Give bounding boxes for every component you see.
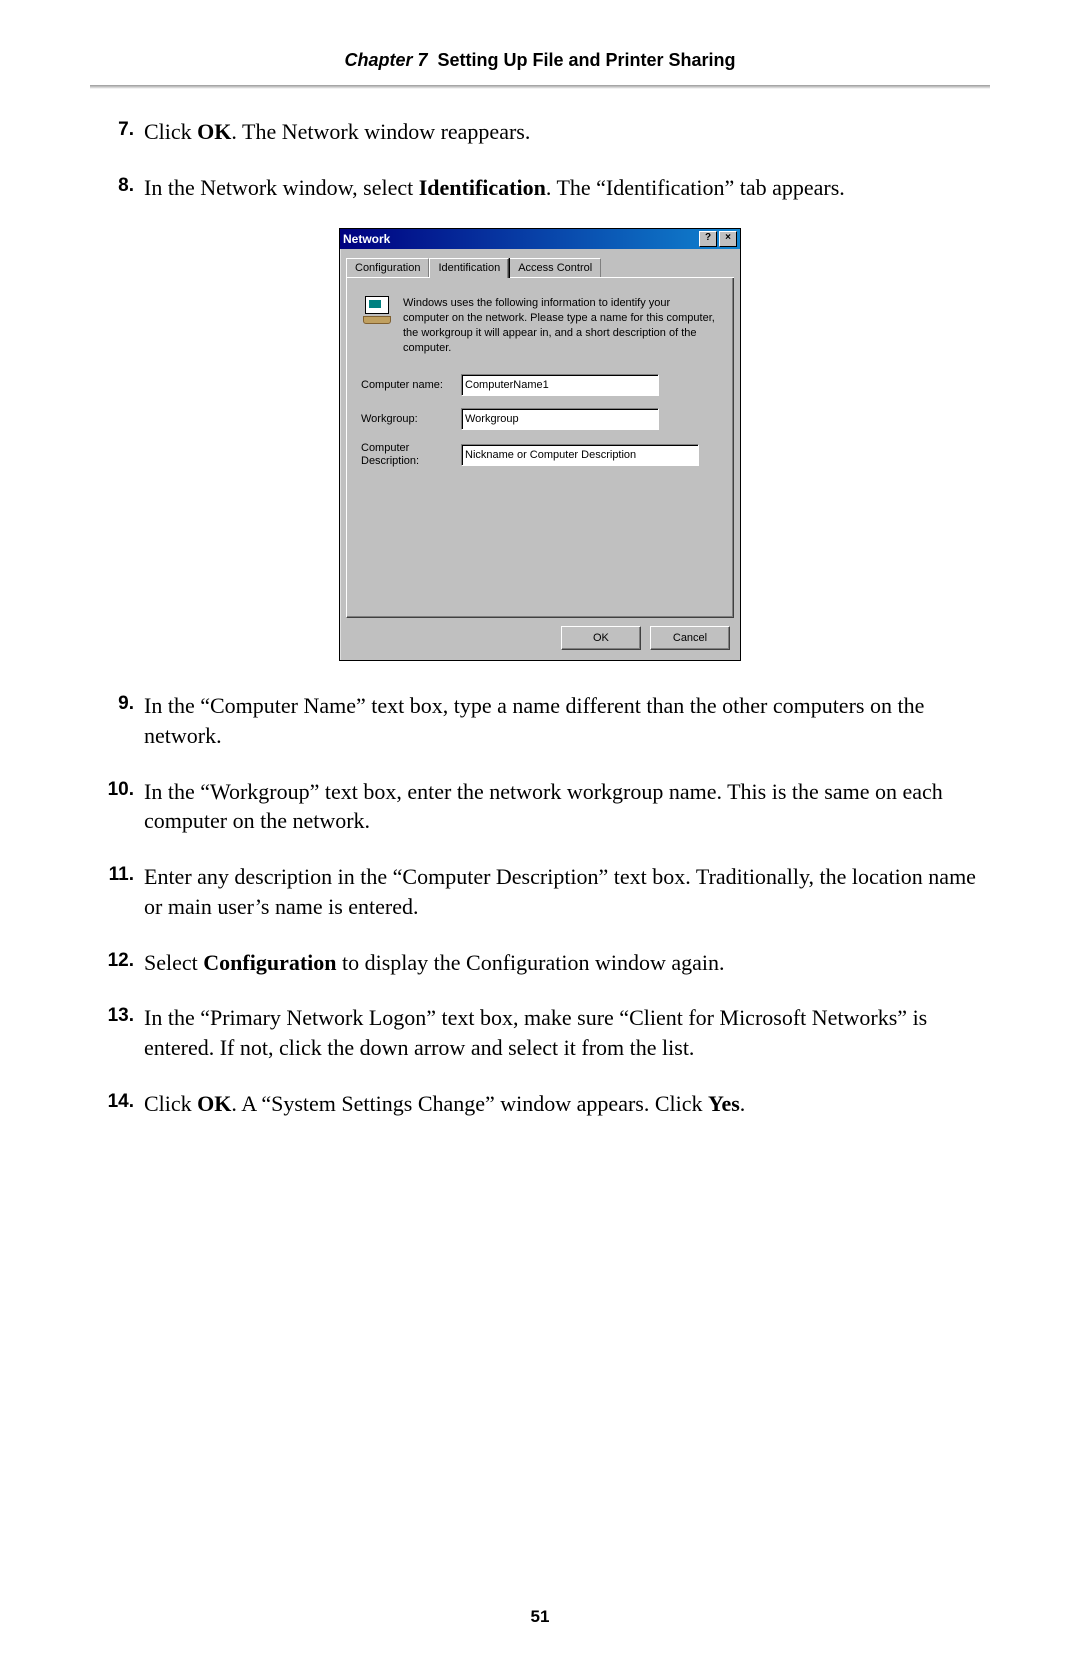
step-list-before: 7. Click OK. The Network window reappear… [90,117,990,202]
header-rule [90,85,990,89]
tab-access-control[interactable]: Access Control [509,258,601,277]
chapter-title: Setting Up File and Printer Sharing [438,50,736,70]
step-text: Click OK. A “System Settings Change” win… [144,1089,990,1119]
info-row: Windows uses the following information t… [361,296,719,355]
label-computer-name: Computer name: [361,379,461,391]
button-row: OK Cancel [346,618,734,654]
step-list-after: 9. In the “Computer Name” text box, type… [90,691,990,1118]
label-description: Computer Description: [361,442,461,468]
step-number: 11. [90,862,144,921]
step-text: Select Configuration to display the Conf… [144,948,990,978]
step-10: 10. In the “Workgroup” text box, enter t… [90,777,990,836]
step-number: 9. [90,691,144,750]
input-description[interactable] [461,444,699,466]
step-13: 13. In the “Primary Network Logon” text … [90,1003,990,1062]
step-text: Enter any description in the “Computer D… [144,862,990,921]
page-number: 51 [0,1607,1080,1627]
ok-button[interactable]: OK [561,626,641,650]
step-11: 11. Enter any description in the “Comput… [90,862,990,921]
info-text: Windows uses the following information t… [403,296,719,355]
tab-configuration[interactable]: Configuration [346,258,429,277]
chapter-label: Chapter 7 [344,50,427,70]
step-text: In the “Computer Name” text box, type a … [144,691,990,750]
dialog-body: Configuration Identification Access Cont… [340,249,740,660]
step-text: In the “Primary Network Logon” text box,… [144,1003,990,1062]
step-number: 10. [90,777,144,836]
input-computer-name[interactable] [461,374,659,396]
step-9: 9. In the “Computer Name” text box, type… [90,691,990,750]
window-title: Network [343,232,697,246]
step-number: 13. [90,1003,144,1062]
step-text: Click OK. The Network window reappears. [144,117,990,147]
row-workgroup: Workgroup: [361,408,719,430]
step-text: In the “Workgroup” text box, enter the n… [144,777,990,836]
chapter-header: Chapter 7 Setting Up File and Printer Sh… [90,50,990,85]
computer-icon [361,296,393,328]
help-button[interactable]: ? [699,231,717,247]
step-7: 7. Click OK. The Network window reappear… [90,117,990,147]
step-number: 8. [90,173,144,203]
row-computer-name: Computer name: [361,374,719,396]
tab-identification[interactable]: Identification [429,258,509,278]
close-button[interactable]: × [719,231,737,247]
row-description: Computer Description: [361,442,719,468]
input-workgroup[interactable] [461,408,659,430]
network-dialog: Network ? × Configuration Identification… [339,228,741,661]
step-12: 12. Select Configuration to display the … [90,948,990,978]
step-number: 14. [90,1089,144,1119]
dialog-screenshot: Network ? × Configuration Identification… [90,228,990,661]
titlebar[interactable]: Network ? × [340,229,740,249]
label-workgroup: Workgroup: [361,413,461,425]
step-14: 14. Click OK. A “System Settings Change”… [90,1089,990,1119]
step-number: 7. [90,117,144,147]
cancel-button[interactable]: Cancel [650,626,730,650]
step-8: 8. In the Network window, select Identif… [90,173,990,203]
tab-content: Windows uses the following information t… [346,278,734,618]
step-number: 12. [90,948,144,978]
step-text: In the Network window, select Identifica… [144,173,990,203]
tab-row: Configuration Identification Access Cont… [346,255,734,278]
